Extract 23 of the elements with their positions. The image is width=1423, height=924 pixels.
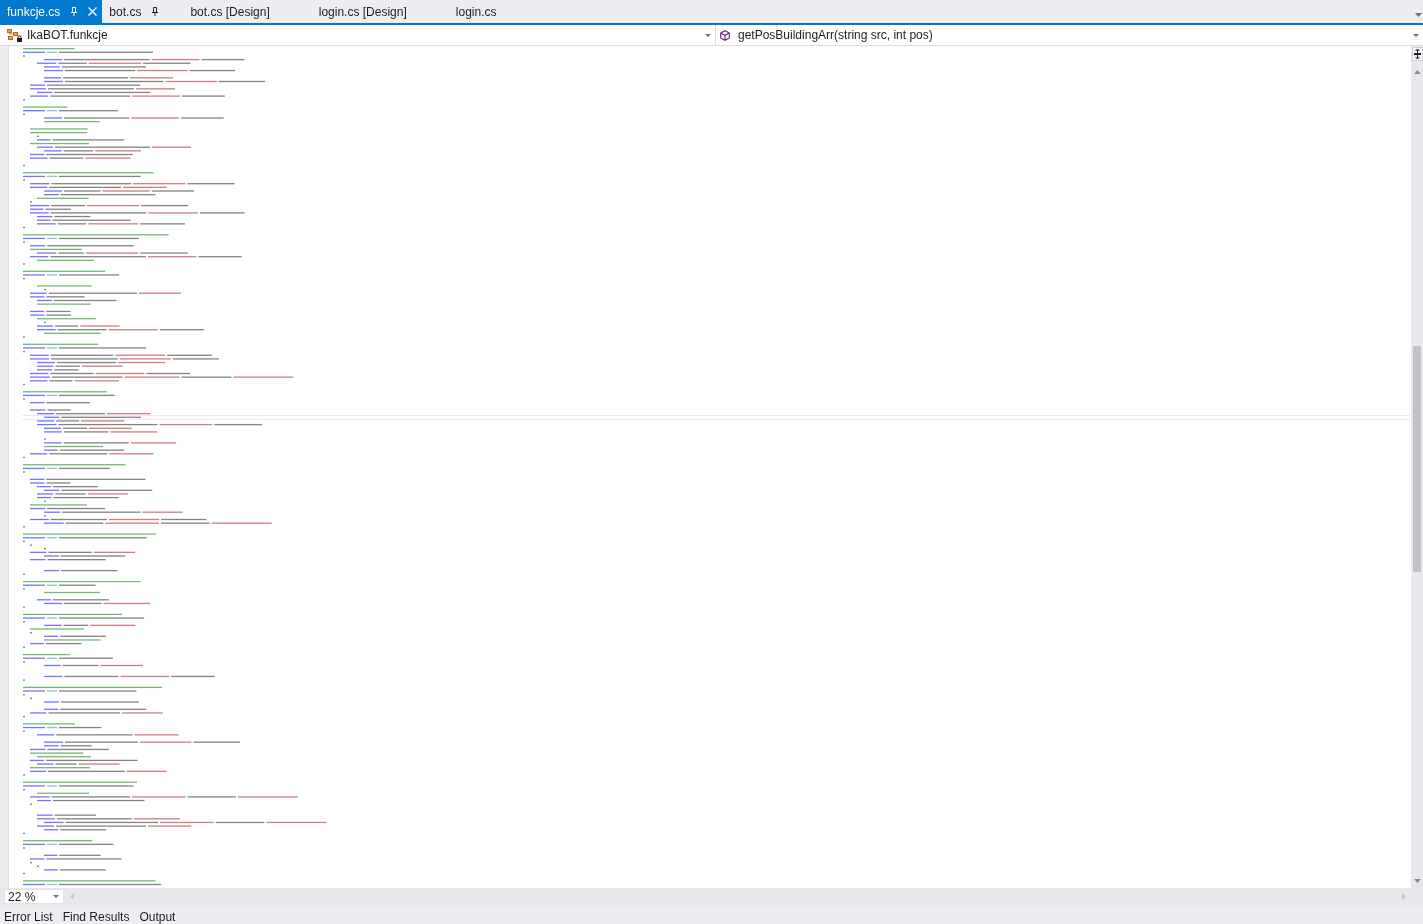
dropdown-arrow-icon <box>53 895 59 898</box>
tool-window-tab[interactable]: Output <box>139 910 176 924</box>
scroll-thumb[interactable] <box>1413 346 1421 572</box>
dropdown-arrow-icon <box>705 33 711 37</box>
zoom-dropdown[interactable]: 22 % <box>4 889 64 904</box>
document-tab[interactable]: funkcje.cs <box>0 0 103 23</box>
vertical-scrollbar[interactable] <box>1411 46 1423 888</box>
dropdown-arrow-icon <box>1413 33 1419 37</box>
pin-icon[interactable] <box>152 7 159 16</box>
tool-window-tab[interactable]: Error List <box>4 910 53 924</box>
close-icon[interactable] <box>88 7 98 16</box>
class-icon <box>7 28 22 42</box>
split-handle-icon[interactable] <box>1411 47 1423 61</box>
type-dropdown[interactable]: IkaBOT.funkcje <box>4 25 716 45</box>
dropdown-arrow-icon[interactable] <box>1415 12 1422 17</box>
scroll-up-icon[interactable] <box>1413 70 1421 74</box>
scroll-down-icon[interactable] <box>1413 879 1421 883</box>
document-tab[interactable]: bot.cs <box>102 0 184 23</box>
document-tab[interactable]: login.cs [Design] <box>311 0 449 23</box>
tool-window-tab[interactable]: Find Results <box>62 910 130 924</box>
document-tab[interactable]: login.cs <box>448 0 539 23</box>
cube-icon <box>720 29 730 41</box>
document-tab[interactable]: bot.cs [Design] <box>183 0 312 23</box>
